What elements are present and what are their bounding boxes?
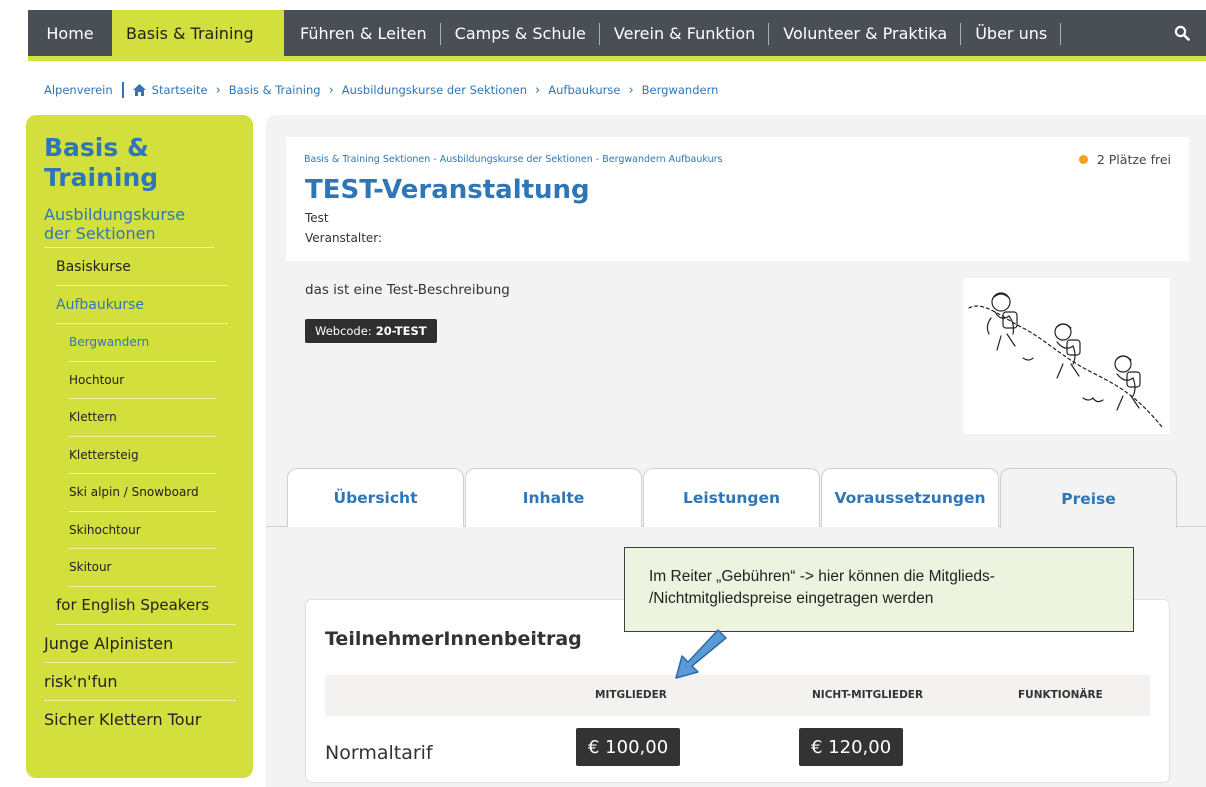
event-category: Basis & Training Sektionen - Ausbildungs… xyxy=(304,154,723,165)
breadcrumb-root[interactable]: Alpenverein xyxy=(44,83,113,97)
nav-fuehren-leiten-label: Führen & Leiten xyxy=(300,23,427,43)
sidebar-item-basiskurse[interactable]: Basiskurse xyxy=(56,248,228,286)
sidebar-item-english[interactable]: for English Speakers xyxy=(56,587,236,625)
sidebar-item-skihochtour[interactable]: Skihochtour xyxy=(69,512,216,549)
places-text: 2 Plätze frei xyxy=(1096,152,1171,167)
webcode-value: 20-TEST xyxy=(375,324,427,338)
column-header-officials: FUNKTIONÄRE xyxy=(1018,689,1103,701)
sidebar-item-risk-n-fun[interactable]: risk'n'fun xyxy=(44,663,236,701)
chevron-right-icon: › xyxy=(535,82,541,98)
tab-leistungen[interactable]: Leistungen xyxy=(643,468,820,527)
nav-volunteer-praktika-label: Volunteer & Praktika xyxy=(783,23,948,43)
sidebar-item-klettersteig[interactable]: Klettersteig xyxy=(69,437,216,474)
column-header-members: MITGLIEDER xyxy=(595,689,667,701)
annotation-callout: Im Reiter „Gebühren“ -> hier können die … xyxy=(624,547,1134,632)
nav-home-label: Home xyxy=(46,23,94,43)
price-table-header: MITGLIEDER NICHT-MITGLIEDER FUNKTIONÄRE xyxy=(325,675,1150,716)
breadcrumb-startseite[interactable]: Startseite xyxy=(152,83,208,97)
annotation-line-1: Im Reiter „Gebühren“ -> hier können die … xyxy=(649,568,995,585)
sidebar-item-sicher-klettern[interactable]: Sicher Klettern Tour xyxy=(44,701,236,739)
nav-basis-training[interactable]: Basis & Training xyxy=(112,10,284,56)
nav-underline xyxy=(28,56,1206,61)
nav-ueber-uns[interactable]: Über uns xyxy=(961,10,1062,56)
tab-inhalte-label: Inhalte xyxy=(522,489,585,507)
column-header-nonmembers: NICHT-MITGLIEDER xyxy=(812,689,924,701)
tab-preise[interactable]: Preise xyxy=(1000,468,1177,528)
member-price: € 100,00 xyxy=(576,728,681,766)
search-icon xyxy=(1174,25,1190,41)
sidebar-item-bergwandern[interactable]: Bergwandern xyxy=(69,324,216,362)
breadcrumb-ausbildungskurse[interactable]: Ausbildungskurse der Sektionen xyxy=(342,83,527,97)
sidebar-item-klettern[interactable]: Klettern xyxy=(69,399,216,437)
event-title: TEST-Veranstaltung xyxy=(305,175,590,205)
nav-camps-schule[interactable]: Camps & Schule xyxy=(441,10,601,56)
event-illustration xyxy=(963,278,1170,434)
tab-voraussetzungen-label: Voraussetzungen xyxy=(834,489,986,507)
nav-verein-funktion-label: Verein & Funktion xyxy=(613,23,756,43)
status-dot-icon xyxy=(1078,155,1088,164)
nav-volunteer-praktika[interactable]: Volunteer & Praktika xyxy=(769,10,962,56)
tab-uebersicht-label: Übersicht xyxy=(333,489,418,507)
price-title: TeilnehmerInnenbeitrag xyxy=(325,628,582,650)
sidebar-item-hochtour[interactable]: Hochtour xyxy=(69,362,216,399)
event-organizer-label: Veranstalter: xyxy=(305,231,383,245)
sidebar-subtitle[interactable]: Ausbildungskurse der Sektionen xyxy=(44,205,214,248)
breadcrumb-bergwandern[interactable]: Bergwandern xyxy=(642,83,719,97)
nav-verein-funktion[interactable]: Verein & Funktion xyxy=(600,10,770,56)
annotation-line-2: /Nichtmitgliedspreise eingetragen werden xyxy=(649,590,934,607)
event-header-card: Basis & Training Sektionen - Ausbildungs… xyxy=(286,137,1189,261)
breadcrumb: Alpenverein Startseite › Basis & Trainin… xyxy=(44,82,718,98)
nav-home[interactable]: Home xyxy=(28,10,112,56)
sidebar-title[interactable]: Basis & Training xyxy=(44,133,194,193)
sidebar-item-skitour[interactable]: Skitour xyxy=(69,549,216,587)
tab-inhalte[interactable]: Inhalte xyxy=(465,468,642,527)
annotation-arrow-icon xyxy=(675,629,727,679)
tab-voraussetzungen[interactable]: Voraussetzungen xyxy=(821,468,999,527)
event-description: das ist eine Test-Beschreibung xyxy=(305,282,510,298)
sidebar-item-aufbaukurse[interactable]: Aufbaukurse xyxy=(56,286,228,324)
nonmember-price: € 120,00 xyxy=(799,728,904,766)
chevron-right-icon: › xyxy=(628,82,634,98)
breadcrumb-divider xyxy=(121,82,124,98)
nav-camps-schule-label: Camps & Schule xyxy=(454,23,586,43)
sidebar: Basis & Training Ausbildungskurse der Se… xyxy=(26,115,253,778)
tab-preise-label: Preise xyxy=(1061,489,1116,508)
nav-ueber-uns-label: Über uns xyxy=(975,23,1048,43)
event-subtitle: Test xyxy=(305,211,329,225)
price-row-label: Normaltarif xyxy=(325,742,433,764)
nav-basis-training-label: Basis & Training xyxy=(126,23,254,43)
hikers-illustration-icon xyxy=(968,292,1164,429)
tab-leistungen-label: Leistungen xyxy=(682,489,781,507)
chevron-right-icon: › xyxy=(328,82,334,98)
search-button[interactable] xyxy=(1158,10,1206,56)
chevron-right-icon: › xyxy=(215,82,221,98)
top-navigation: Home Basis & Training Führen & Leiten Ca… xyxy=(28,10,1206,56)
webcode-label: Webcode: xyxy=(315,324,372,338)
breadcrumb-aufbaukurse[interactable]: Aufbaukurse xyxy=(548,83,620,97)
sidebar-item-ski-alpin[interactable]: Ski alpin / Snowboard xyxy=(69,474,216,512)
webcode-badge: Webcode: 20-TEST xyxy=(305,319,437,343)
breadcrumb-basis-training[interactable]: Basis & Training xyxy=(229,83,321,97)
places-available: 2 Plätze frei xyxy=(1078,152,1171,167)
tab-uebersicht[interactable]: Übersicht xyxy=(287,468,464,527)
home-icon xyxy=(132,84,146,96)
sidebar-item-junge-alpinisten[interactable]: Junge Alpinisten xyxy=(44,625,236,663)
nav-fuehren-leiten[interactable]: Führen & Leiten xyxy=(284,10,441,56)
